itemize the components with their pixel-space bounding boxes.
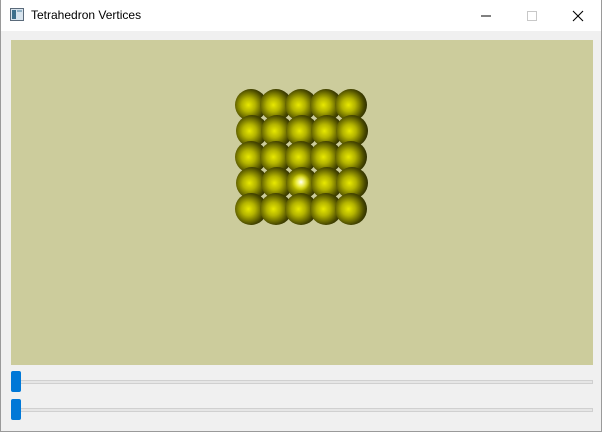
sphere-grid [235,89,368,225]
app-window: Tetrahedron Vertices [0,0,602,432]
slider-2[interactable] [11,399,593,421]
minimize-button[interactable] [463,0,509,31]
sphere [335,193,367,225]
maximize-icon [527,10,537,21]
maximize-button[interactable] [509,0,555,31]
minimize-icon [481,15,491,16]
specular-highlight [292,173,310,191]
slider-1[interactable] [11,371,593,393]
slider-1-track[interactable] [11,380,593,384]
render-viewport[interactable] [11,40,593,365]
slider-1-thumb[interactable] [11,371,21,392]
slider-2-track[interactable] [11,408,593,412]
close-icon [572,10,584,21]
close-button[interactable] [555,0,601,31]
window-title: Tetrahedron Vertices [31,8,142,22]
title-bar[interactable]: Tetrahedron Vertices [1,0,601,31]
slider-2-thumb[interactable] [11,399,21,420]
app-icon [10,8,24,21]
